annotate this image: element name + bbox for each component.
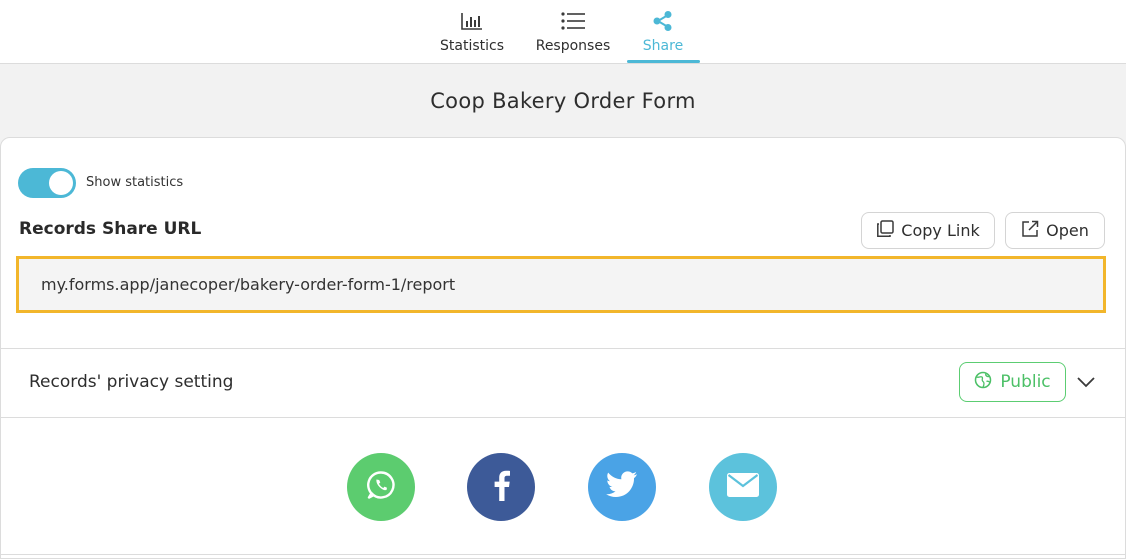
divider [1,348,1125,349]
tab-share[interactable]: Share [640,0,686,64]
tab-statistics[interactable]: Statistics [438,0,506,64]
privacy-setting-label: Records' privacy setting [29,372,234,392]
open-label: Open [1046,221,1089,240]
tab-share-label: Share [642,38,684,54]
page-title: Coop Bakery Order Form [430,89,696,113]
records-share-url-heading: Records Share URL [19,219,202,239]
divider [1,417,1125,418]
tab-bar: Statistics Responses Share [0,0,1126,64]
show-statistics-label: Show statistics [86,175,184,190]
copy-link-button[interactable]: Copy Link [861,212,995,249]
email-share-button[interactable] [709,453,777,521]
twitter-icon [606,471,638,503]
privacy-public-button[interactable]: Public [959,362,1066,402]
whatsapp-icon [365,469,397,505]
chevron-down-icon[interactable] [1075,373,1097,391]
divider [1,554,1125,555]
list-icon [561,10,585,32]
privacy-public-label: Public [1000,372,1051,392]
email-icon [727,473,759,501]
open-button[interactable]: Open [1005,212,1105,249]
show-statistics-toggle[interactable] [18,168,76,198]
twitter-share-button[interactable] [588,453,656,521]
facebook-share-button[interactable] [467,453,535,521]
copy-icon [876,219,895,242]
copy-link-label: Copy Link [901,221,980,240]
external-link-icon [1021,220,1039,242]
bar-chart-icon [461,10,483,32]
tab-statistics-label: Statistics [440,38,504,54]
share-url-field[interactable]: my.forms.app/janecoper/bakery-order-form… [16,256,1106,313]
whatsapp-share-button[interactable] [347,453,415,521]
tab-responses[interactable]: Responses [534,0,612,64]
globe-icon [974,371,992,394]
active-tab-indicator [627,60,700,63]
facebook-icon [490,469,512,505]
toggle-knob [49,171,73,195]
share-icon [652,10,674,32]
tab-responses-label: Responses [535,38,611,54]
